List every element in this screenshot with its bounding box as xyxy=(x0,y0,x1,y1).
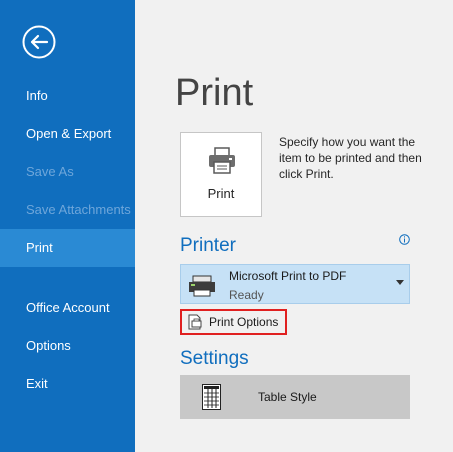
printer-status: Ready xyxy=(229,288,264,302)
chevron-down-icon xyxy=(396,280,404,285)
printer-heading: Printer xyxy=(180,235,236,256)
printer-dropdown[interactable]: Microsoft Print to PDF Ready xyxy=(180,264,410,304)
sidebar-item-save-attachments: Save Attachments xyxy=(26,202,131,217)
sidebar-item-print[interactable]: Print xyxy=(0,229,135,267)
info-icon[interactable] xyxy=(399,234,410,245)
table-style-label: Table Style xyxy=(258,390,317,404)
sidebar-item-save-as: Save As xyxy=(26,164,74,179)
table-style-option[interactable]: Table Style xyxy=(180,375,410,419)
print-options-label: Print Options xyxy=(209,315,279,329)
sidebar-item-open-export[interactable]: Open & Export xyxy=(0,115,135,153)
sidebar-item-info[interactable]: Info xyxy=(0,77,135,115)
print-button-label: Print xyxy=(207,186,235,201)
sidebar-item-options[interactable]: Options xyxy=(0,327,135,365)
printer-device-icon xyxy=(189,275,215,297)
print-description: Specify how you want the item to be prin… xyxy=(279,135,422,181)
printer-name: Microsoft Print to PDF xyxy=(229,269,347,283)
page-title: Print xyxy=(175,72,254,114)
print-options-button[interactable]: Print Options xyxy=(180,309,287,335)
sidebar-item-exit[interactable]: Exit xyxy=(0,365,135,403)
sidebar: Info Open & Export Save As Save Attachme… xyxy=(0,0,135,452)
main-panel: Print Print Specify how you want the ite… xyxy=(135,0,453,452)
printer-icon xyxy=(209,147,235,174)
table-style-icon xyxy=(202,384,221,410)
print-options-icon xyxy=(188,314,202,330)
back-arrow-icon[interactable] xyxy=(22,25,56,59)
settings-heading: Settings xyxy=(180,348,249,369)
sidebar-item-office-account[interactable]: Office Account xyxy=(0,289,135,327)
print-button[interactable]: Print xyxy=(180,132,262,217)
